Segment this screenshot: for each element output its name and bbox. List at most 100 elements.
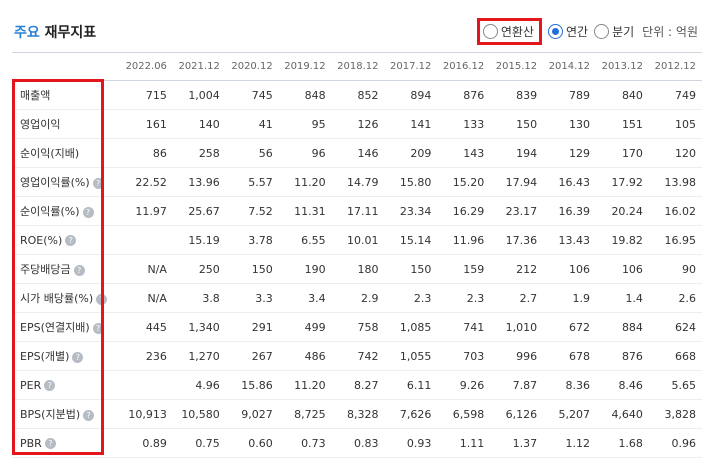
row-label: 영업이익 [20, 118, 61, 131]
row-label: 순이익률(%) [20, 205, 80, 218]
table-cell: 3.4 [278, 283, 332, 313]
table-cell: 9,027 [225, 399, 279, 429]
table-cell: 86 [120, 138, 173, 168]
row-label: EPS(개별) [20, 350, 70, 363]
table-cell: 840 [596, 80, 649, 110]
table-cell: 2.3 [384, 283, 438, 313]
table-cell: 16.95 [648, 225, 702, 255]
table-cell: 11.97 [120, 196, 173, 226]
table-cell: 11.20 [278, 370, 332, 400]
table-cell: 11.31 [278, 196, 332, 226]
table-cell: 16.43 [543, 167, 597, 197]
table-cell: 0.75 [172, 428, 226, 458]
table-cell: 1,270 [172, 341, 226, 371]
info-icon[interactable]: ? [92, 177, 104, 189]
table-cell: 8.46 [596, 370, 649, 400]
table-cell: 2.6 [648, 283, 702, 313]
table-cell: 170 [596, 138, 649, 168]
table-cell: 624 [648, 312, 702, 342]
table-cell: 17.94 [490, 167, 544, 197]
row-label-cell: PBR? [12, 428, 121, 458]
table-cell: 209 [384, 138, 438, 168]
table-cell: 6.55 [278, 225, 332, 255]
table-cell: 9.26 [437, 370, 491, 400]
table-cell: 15.14 [384, 225, 438, 255]
table-cell: 141 [384, 109, 438, 139]
row-label: 시가 배당률(%) [20, 292, 94, 305]
radio-quarterly[interactable] [594, 24, 610, 39]
radio-annualized[interactable] [482, 24, 498, 39]
row-label-cell: EPS(개별)? [12, 341, 121, 371]
radio-annual[interactable] [547, 24, 563, 39]
row-label-cell: PER? [12, 370, 121, 400]
table-row: BPS(지분법)? 10,913 10,580 9,027 8,725 8,328 7,62… [12, 399, 702, 429]
info-icon[interactable]: ? [44, 380, 56, 391]
header-blank [12, 52, 121, 81]
table-cell: 3,828 [648, 399, 702, 429]
period-controls: 연환산 연간 분기 단위 : 억원 [476, 18, 698, 45]
table-cell: 19.82 [596, 225, 649, 255]
table-cell: 996 [490, 341, 544, 371]
table-cell: 130 [543, 109, 597, 139]
table-cell: 3.8 [172, 283, 226, 313]
table-cell: 17.11 [331, 196, 385, 226]
table-cell: 0.83 [331, 428, 385, 458]
info-icon[interactable]: ? [83, 409, 95, 421]
info-icon[interactable]: ? [65, 235, 77, 246]
table-cell: 13.43 [543, 225, 597, 255]
table-row: PER? 4.96 15.86 11.20 8.27 6.11 9.26 7.87 8.36 8.… [12, 370, 702, 400]
table-cell: 742 [331, 341, 385, 371]
table-cell: 15.80 [384, 167, 438, 197]
info-icon[interactable]: ? [96, 293, 108, 305]
row-label: PBR [20, 436, 42, 450]
table-cell: 1.12 [543, 428, 597, 458]
column-header: 2017.12 [384, 52, 438, 81]
option-quarterly[interactable]: 분기 [594, 23, 634, 40]
table-cell: 20.24 [596, 196, 649, 226]
table-cell: 150 [225, 254, 279, 284]
row-label-cell: 영업이익률(%)? [12, 167, 121, 197]
table-cell: 1,010 [490, 312, 544, 342]
info-icon[interactable]: ? [72, 351, 84, 363]
table-cell: 4.96 [172, 370, 226, 400]
option-annualized[interactable]: 연환산 [476, 18, 542, 45]
table-row: 영업이익 161 140 41 95 126 141 133 150 130 151 105 [12, 109, 702, 139]
column-header: 2022.06 [120, 52, 173, 81]
table-cell: 1.4 [596, 283, 649, 313]
table-cell: 133 [437, 109, 491, 139]
table-cell: 1.9 [543, 283, 597, 313]
table-cell: 8,725 [278, 399, 332, 429]
column-header: 2018.12 [331, 52, 385, 81]
table-cell: 2.9 [331, 283, 385, 313]
table-cell: 486 [278, 341, 332, 371]
table-cell: 90 [648, 254, 702, 284]
table-cell: 745 [225, 80, 279, 110]
table-cell: N/A [120, 283, 173, 313]
info-icon[interactable]: ? [44, 438, 56, 449]
table-row: 주당배당금? N/A 250 150 190 180 150 159 212 106 106 90 [12, 254, 702, 284]
table-cell: 852 [331, 80, 385, 110]
table-cell: 703 [437, 341, 491, 371]
table-cell: 140 [172, 109, 226, 139]
table-cell: 445 [120, 312, 173, 342]
option-annual[interactable]: 연간 [547, 23, 588, 40]
table-cell: 715 [120, 80, 173, 110]
table-cell: 258 [172, 138, 226, 168]
table-cell: 17.36 [490, 225, 544, 255]
table-cell: 741 [437, 312, 491, 342]
table-cell: 0.93 [384, 428, 438, 458]
table-row: PBR? 0.89 0.75 0.60 0.73 0.83 0.93 1.11 1.37 1.12… [12, 428, 702, 458]
info-icon[interactable]: ? [82, 206, 94, 218]
table-cell: 894 [384, 80, 438, 110]
table-cell: N/A [120, 254, 173, 284]
table-row: 영업이익률(%)? 22.52 13.96 5.57 11.20 14.79 15.80 15… [12, 167, 702, 197]
info-icon[interactable]: ? [92, 322, 104, 334]
table-cell: 678 [543, 341, 597, 371]
info-icon[interactable]: ? [73, 264, 85, 276]
table-cell: 129 [543, 138, 597, 168]
row-label: PER [20, 378, 42, 392]
row-label: 영업이익률(%) [20, 176, 90, 189]
table-cell: 789 [543, 80, 597, 110]
row-label: 순이익(지배) [20, 147, 80, 160]
row-label-cell: 순이익률(%)? [12, 196, 121, 226]
